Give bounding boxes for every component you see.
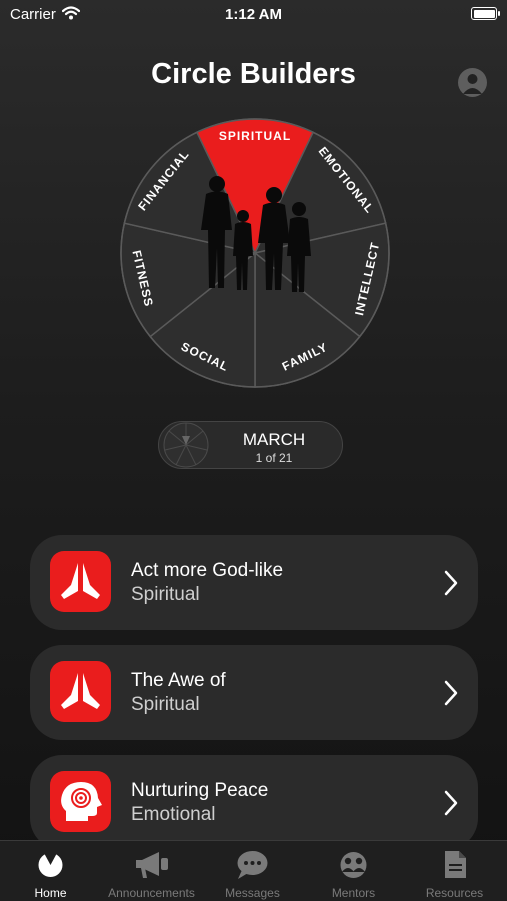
head-mind-icon bbox=[50, 771, 111, 832]
user-icon bbox=[463, 74, 482, 94]
card-subtitle: Spiritual bbox=[131, 694, 200, 715]
tab-resources[interactable]: Resources bbox=[404, 841, 505, 901]
goal-card[interactable]: Nurturing Peace Emotional bbox=[30, 755, 478, 850]
praying-hands-icon bbox=[50, 661, 111, 722]
card-title: The Awe of bbox=[131, 670, 226, 691]
card-subtitle: Emotional bbox=[131, 804, 216, 825]
battery-icon bbox=[471, 7, 500, 20]
goal-card[interactable]: Act more God-like Spiritual bbox=[30, 535, 478, 630]
life-circle-wheel[interactable]: SPIRITUALEMOTIONALINTELLECTFAMILYSOCIALF… bbox=[120, 118, 390, 388]
tab-announcements[interactable]: Announcements bbox=[101, 841, 202, 901]
chevron-right-icon bbox=[444, 570, 458, 596]
month-name: MARCH bbox=[242, 430, 306, 449]
goal-card[interactable]: The Awe of Spiritual bbox=[30, 645, 478, 740]
app-title: Circle Builders bbox=[151, 58, 356, 90]
tab-label: Resources bbox=[425, 886, 484, 900]
tab-bar: Home Announcements Messages Mentors Reso… bbox=[0, 840, 507, 901]
tab-label: Messages bbox=[225, 886, 280, 900]
card-subtitle: Spiritual bbox=[131, 584, 200, 605]
praying-hands-icon bbox=[50, 551, 111, 612]
card-title: Act more God-like bbox=[131, 560, 284, 581]
megaphone-icon bbox=[136, 852, 168, 878]
home-wheel-icon bbox=[38, 853, 63, 877]
chevron-right-icon bbox=[444, 790, 458, 816]
mentors-icon bbox=[340, 852, 367, 878]
month-selector[interactable]: MARCH 1 of 21 bbox=[158, 421, 343, 469]
document-icon bbox=[445, 851, 466, 878]
tab-messages[interactable]: Messages bbox=[202, 841, 303, 901]
tab-label: Home bbox=[34, 886, 67, 900]
card-title: Nurturing Peace bbox=[131, 780, 269, 801]
tab-label: Announcements bbox=[108, 886, 195, 900]
tab-mentors[interactable]: Mentors bbox=[303, 841, 404, 901]
tab-home[interactable]: Home bbox=[0, 841, 101, 901]
tab-label: Mentors bbox=[331, 886, 376, 900]
mini-wheel-icon bbox=[163, 422, 209, 468]
chat-bubble-icon bbox=[237, 851, 268, 879]
profile-button[interactable] bbox=[458, 68, 487, 97]
chevron-right-icon bbox=[444, 680, 458, 706]
status-bar: Carrier 1:12 AM bbox=[0, 0, 507, 30]
clock: 1:12 AM bbox=[225, 6, 282, 23]
wheel-label-spiritual: SPIRITUAL bbox=[219, 129, 291, 143]
month-count: 1 of 21 bbox=[255, 451, 293, 465]
